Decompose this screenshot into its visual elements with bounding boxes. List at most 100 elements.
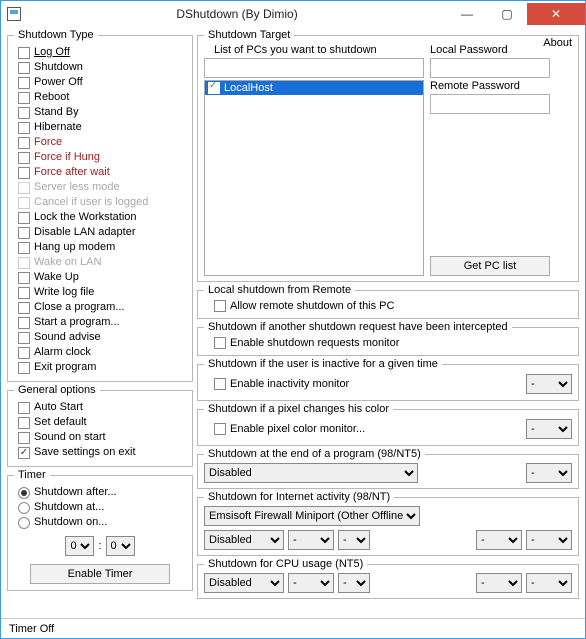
option-radio[interactable] xyxy=(18,502,30,514)
option-checkbox[interactable] xyxy=(18,107,30,119)
internet-a-select[interactable]: - xyxy=(288,530,334,550)
minimize-button[interactable]: — xyxy=(447,3,487,25)
allow-remote-checkbox[interactable] xyxy=(214,300,226,312)
cpu-b-select[interactable]: - xyxy=(338,573,370,593)
shutdown-type-option[interactable]: Shutdown xyxy=(18,60,186,75)
option-checkbox[interactable] xyxy=(18,182,30,194)
shutdown-type-option[interactable]: Start a program... xyxy=(18,315,186,330)
remote-password-label: Remote Password xyxy=(430,80,572,92)
option-checkbox[interactable] xyxy=(18,122,30,134)
cpu-d-select[interactable]: - xyxy=(526,573,572,593)
option-checkbox[interactable] xyxy=(18,257,30,269)
option-label: Write log file xyxy=(34,285,94,300)
general-option[interactable]: Auto Start xyxy=(18,400,186,415)
timer-hour-spinner[interactable]: 0 xyxy=(65,536,94,556)
shutdown-type-option[interactable]: Disable LAN adapter xyxy=(18,225,186,240)
intercept-legend: Shutdown if another shutdown request hav… xyxy=(204,321,512,333)
list-item[interactable]: LocalHost xyxy=(205,81,423,95)
option-checkbox[interactable] xyxy=(18,417,30,429)
option-checkbox[interactable] xyxy=(18,347,30,359)
inactive-value-select[interactable]: - xyxy=(526,374,572,394)
internet-mode-select[interactable]: Disabled xyxy=(204,530,284,550)
option-checkbox[interactable] xyxy=(18,152,30,164)
pixel-value-select[interactable]: - xyxy=(526,419,572,439)
remote-password-input[interactable] xyxy=(430,94,550,114)
general-option[interactable]: Set default xyxy=(18,415,186,430)
shutdown-type-option[interactable]: Hang up modem xyxy=(18,240,186,255)
shutdown-type-option[interactable]: Write log file xyxy=(18,285,186,300)
shutdown-type-option[interactable]: Hibernate xyxy=(18,120,186,135)
option-checkbox[interactable] xyxy=(18,227,30,239)
option-checkbox[interactable] xyxy=(18,92,30,104)
option-label: Log Off xyxy=(34,45,70,60)
about-link[interactable]: About xyxy=(543,37,572,49)
shutdown-type-option[interactable]: Force after wait xyxy=(18,165,186,180)
shutdown-type-option[interactable]: Lock the Workstation xyxy=(18,210,186,225)
general-option[interactable]: Sound on start xyxy=(18,430,186,445)
option-checkbox[interactable] xyxy=(18,47,30,59)
option-label: Stand By xyxy=(34,105,79,120)
option-radio[interactable] xyxy=(18,517,30,529)
pc-name-input[interactable] xyxy=(204,58,424,78)
maximize-button[interactable]: ▢ xyxy=(487,3,527,25)
timer-group: Timer Shutdown after...Shutdown at...Shu… xyxy=(7,469,193,591)
shutdown-type-option[interactable]: Force if Hung xyxy=(18,150,186,165)
option-checkbox[interactable] xyxy=(18,287,30,299)
program-end-select[interactable]: Disabled xyxy=(204,463,418,483)
enable-timer-button[interactable]: Enable Timer xyxy=(30,564,170,584)
option-checkbox[interactable] xyxy=(18,317,30,329)
shutdown-type-option[interactable]: Close a program... xyxy=(18,300,186,315)
shutdown-type-option[interactable]: Cancel if user is logged xyxy=(18,195,186,210)
timer-mode-option[interactable]: Shutdown on... xyxy=(18,515,186,530)
local-password-input[interactable] xyxy=(430,58,550,78)
pixel-checkbox[interactable] xyxy=(214,423,226,435)
cpu-a-select[interactable]: - xyxy=(288,573,334,593)
shutdown-type-option[interactable]: Exit program xyxy=(18,360,186,375)
timer-minute-spinner[interactable]: 0 xyxy=(106,536,135,556)
program-end-group: Shutdown at the end of a program (98/NT5… xyxy=(197,448,579,489)
program-end-value-select[interactable]: - xyxy=(526,463,572,483)
inactive-checkbox[interactable] xyxy=(214,378,226,390)
close-button[interactable]: ✕ xyxy=(527,3,585,25)
pixel-legend: Shutdown if a pixel changes his color xyxy=(204,403,393,415)
shutdown-type-option[interactable]: Reboot xyxy=(18,90,186,105)
option-checkbox[interactable] xyxy=(18,77,30,89)
option-checkbox[interactable] xyxy=(18,197,30,209)
pc-listbox[interactable]: LocalHost xyxy=(204,80,424,276)
option-checkbox[interactable] xyxy=(18,62,30,74)
get-pc-list-button[interactable]: Get PC list xyxy=(430,256,550,276)
internet-c-select[interactable]: - xyxy=(476,530,522,550)
cpu-mode-select[interactable]: Disabled xyxy=(204,573,284,593)
shutdown-type-option[interactable]: Wake Up xyxy=(18,270,186,285)
option-checkbox[interactable] xyxy=(18,137,30,149)
general-option[interactable]: ✓Save settings on exit xyxy=(18,445,186,460)
option-checkbox[interactable] xyxy=(18,402,30,414)
shutdown-type-option[interactable]: Power Off xyxy=(18,75,186,90)
option-checkbox[interactable] xyxy=(18,302,30,314)
timer-mode-option[interactable]: Shutdown at... xyxy=(18,500,186,515)
host-checkbox[interactable] xyxy=(208,82,220,94)
intercept-checkbox[interactable] xyxy=(214,337,226,349)
timer-mode-option[interactable]: Shutdown after... xyxy=(18,485,186,500)
option-checkbox[interactable] xyxy=(18,167,30,179)
internet-b-select[interactable]: - xyxy=(338,530,370,550)
shutdown-type-option[interactable]: Alarm clock xyxy=(18,345,186,360)
shutdown-type-option[interactable]: Force xyxy=(18,135,186,150)
option-checkbox[interactable] xyxy=(18,362,30,374)
option-checkbox[interactable] xyxy=(18,242,30,254)
shutdown-type-option[interactable]: Server less mode xyxy=(18,180,186,195)
shutdown-type-option[interactable]: Stand By xyxy=(18,105,186,120)
shutdown-type-option[interactable]: Wake on LAN xyxy=(18,255,186,270)
shutdown-type-option[interactable]: Log Off xyxy=(18,45,186,60)
shutdown-type-option[interactable]: Sound advise xyxy=(18,330,186,345)
option-checkbox[interactable]: ✓ xyxy=(18,447,30,459)
internet-d-select[interactable]: - xyxy=(526,530,572,550)
option-checkbox[interactable] xyxy=(18,332,30,344)
cpu-c-select[interactable]: - xyxy=(476,573,522,593)
internet-adapter-select[interactable]: Emsisoft Firewall Miniport (Other Offlin… xyxy=(204,506,420,526)
option-checkbox[interactable] xyxy=(18,432,30,444)
option-checkbox[interactable] xyxy=(18,212,30,224)
option-label: Server less mode xyxy=(34,180,120,195)
option-checkbox[interactable] xyxy=(18,272,30,284)
option-radio[interactable] xyxy=(18,487,30,499)
